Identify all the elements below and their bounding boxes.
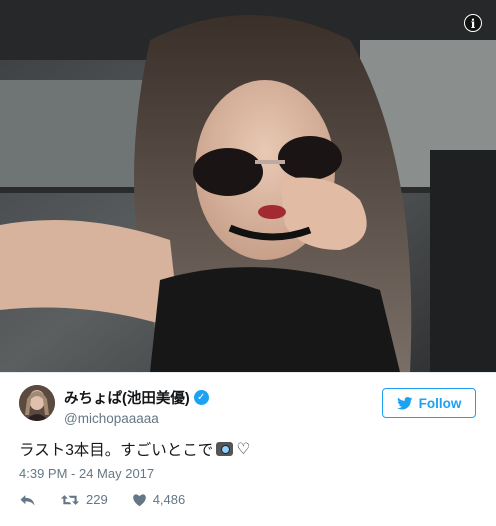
reply-icon xyxy=(20,494,35,506)
tweet-actions: 229 4,486 xyxy=(19,492,209,507)
tweet-timestamp[interactable]: 4:39 PM - 24 May 2017 xyxy=(19,466,154,481)
tweet-text-body: ラスト3本目。すごいとこで xyxy=(19,442,214,459)
photo-image xyxy=(0,0,496,372)
heart-icon xyxy=(132,493,146,506)
display-name-text[interactable]: みちょぱ(池田美優) xyxy=(64,387,190,408)
verified-badge-icon: ✓ xyxy=(193,390,209,405)
reply-button[interactable] xyxy=(19,493,36,507)
tweet-text: ラスト3本目。すごいとこで ♡ xyxy=(19,438,250,460)
avatar[interactable] xyxy=(19,385,55,421)
retweet-button[interactable]: 229 xyxy=(60,492,108,507)
camera-emoji-icon xyxy=(216,442,234,456)
author-handle[interactable]: @michopaaaaa xyxy=(64,411,209,426)
author-display-name[interactable]: みちょぱ(池田美優) ✓ xyxy=(64,387,209,408)
tweet-photo[interactable]: i xyxy=(0,0,496,372)
info-icon[interactable]: i xyxy=(464,14,482,32)
follow-label[interactable]: Follow xyxy=(419,396,462,411)
twitter-bird-icon xyxy=(396,396,413,409)
like-count: 4,486 xyxy=(152,492,186,507)
tweet-card: みちょぱ(池田美優) ✓ @michopaaaaa Follow ラスト3本目。… xyxy=(0,372,496,526)
author-names: みちょぱ(池田美優) ✓ @michopaaaaa xyxy=(64,387,209,426)
follow-button[interactable]: Follow xyxy=(382,388,476,418)
retweet-count: 229 xyxy=(86,492,108,507)
retweet-icon xyxy=(60,494,80,505)
like-button[interactable]: 4,486 xyxy=(132,492,186,507)
tweet-text-heart: ♡ xyxy=(236,440,251,458)
